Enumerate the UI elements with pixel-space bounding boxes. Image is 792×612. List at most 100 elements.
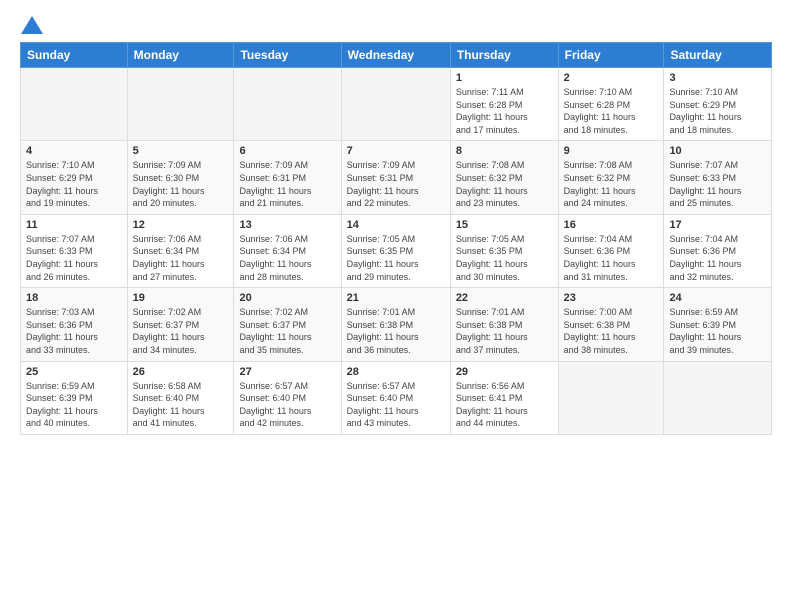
calendar-cell [234, 68, 341, 141]
day-info: Sunrise: 7:05 AMSunset: 6:35 PMDaylight:… [456, 233, 553, 283]
calendar-cell: 12 Sunrise: 7:06 AMSunset: 6:34 PMDayligh… [127, 214, 234, 287]
day-info: Sunrise: 7:03 AMSunset: 6:36 PMDaylight:… [26, 306, 122, 356]
calendar-header-friday: Friday [558, 43, 664, 68]
day-info: Sunrise: 6:58 AMSunset: 6:40 PMDaylight:… [133, 380, 229, 430]
calendar-cell [127, 68, 234, 141]
calendar-week-row-5: 25Sunrise: 6:59 AMSunset: 6:39 PMDayligh… [21, 361, 772, 434]
day-info: Sunrise: 7:09 AMSunset: 6:31 PMDaylight:… [239, 159, 335, 209]
day-info: Sunrise: 7:10 AMSunset: 6:29 PMDaylight:… [669, 86, 766, 136]
calendar-cell: 18 Sunrise: 7:03 AMSunset: 6:36 PMDayligh… [21, 288, 128, 361]
logo-text [20, 16, 44, 34]
day-info: Sunrise: 7:09 AMSunset: 6:30 PMDaylight:… [133, 159, 229, 209]
day-number: 26 [133, 366, 229, 378]
day-number: 28 [347, 366, 445, 378]
calendar-header-tuesday: Tuesday [234, 43, 341, 68]
calendar-cell: 26 Sunrise: 6:58 AMSunset: 6:40 PMDayligh… [127, 361, 234, 434]
day-number: 10 [669, 145, 766, 157]
day-number: 15 [456, 219, 553, 231]
day-info: Sunrise: 7:10 AMSunset: 6:29 PMDaylight:… [26, 159, 122, 209]
day-number: 12 [133, 219, 229, 231]
day-number: 7 [347, 145, 445, 157]
calendar-week-row-1: 1Sunrise: 7:11 AMSunset: 6:28 PMDaylight… [21, 68, 772, 141]
header [20, 16, 772, 30]
calendar-cell: 10 Sunrise: 7:07 AMSunset: 6:33 PMDayligh… [664, 141, 772, 214]
day-info: Sunrise: 7:10 AMSunset: 6:28 PMDaylight:… [564, 86, 659, 136]
calendar-cell: 2 Sunrise: 7:10 AMSunset: 6:28 PMDaylight… [558, 68, 664, 141]
calendar-cell: 13 Sunrise: 7:06 AMSunset: 6:34 PMDayligh… [234, 214, 341, 287]
day-info: Sunrise: 7:09 AMSunset: 6:31 PMDaylight:… [347, 159, 445, 209]
calendar-cell: 27Sunrise: 6:57 AMSunset: 6:40 PMDayligh… [234, 361, 341, 434]
day-info: Sunrise: 6:59 AMSunset: 6:39 PMDaylight:… [669, 306, 766, 356]
calendar-cell: 3 Sunrise: 7:10 AMSunset: 6:29 PMDaylight… [664, 68, 772, 141]
calendar-cell: 22 Sunrise: 7:01 AMSunset: 6:38 PMDayligh… [450, 288, 558, 361]
day-info: Sunrise: 7:05 AMSunset: 6:35 PMDaylight:… [347, 233, 445, 283]
day-info: Sunrise: 7:08 AMSunset: 6:32 PMDaylight:… [456, 159, 553, 209]
day-info: Sunrise: 7:07 AMSunset: 6:33 PMDaylight:… [26, 233, 122, 283]
day-info: Sunrise: 6:56 AMSunset: 6:41 PMDaylight:… [456, 380, 553, 430]
calendar-week-row-3: 11 Sunrise: 7:07 AMSunset: 6:33 PMDayligh… [21, 214, 772, 287]
day-number: 20 [239, 292, 335, 304]
calendar-cell: 15 Sunrise: 7:05 AMSunset: 6:35 PMDayligh… [450, 214, 558, 287]
day-number: 14 [347, 219, 445, 231]
day-info: Sunrise: 7:06 AMSunset: 6:34 PMDaylight:… [133, 233, 229, 283]
day-number: 5 [133, 145, 229, 157]
day-number: 19 [133, 292, 229, 304]
calendar-cell: 20 Sunrise: 7:02 AMSunset: 6:37 PMDayligh… [234, 288, 341, 361]
logo-triangle-icon [21, 16, 43, 34]
calendar-header-row: SundayMondayTuesdayWednesdayThursdayFrid… [21, 43, 772, 68]
calendar-header-thursday: Thursday [450, 43, 558, 68]
calendar-cell: 7 Sunrise: 7:09 AMSunset: 6:31 PMDaylight… [341, 141, 450, 214]
calendar-header-monday: Monday [127, 43, 234, 68]
day-number: 13 [239, 219, 335, 231]
day-number: 24 [669, 292, 766, 304]
calendar-cell [21, 68, 128, 141]
logo [20, 16, 44, 30]
day-number: 4 [26, 145, 122, 157]
calendar-cell: 16Sunrise: 7:04 AMSunset: 6:36 PMDayligh… [558, 214, 664, 287]
calendar-cell: 21 Sunrise: 7:01 AMSunset: 6:38 PMDayligh… [341, 288, 450, 361]
day-info: Sunrise: 7:04 AMSunset: 6:36 PMDaylight:… [564, 233, 659, 283]
calendar-cell: 6 Sunrise: 7:09 AMSunset: 6:31 PMDaylight… [234, 141, 341, 214]
calendar-cell: 17 Sunrise: 7:04 AMSunset: 6:36 PMDayligh… [664, 214, 772, 287]
calendar-cell: 28Sunrise: 6:57 AMSunset: 6:40 PMDayligh… [341, 361, 450, 434]
calendar-header-saturday: Saturday [664, 43, 772, 68]
day-number: 2 [564, 72, 659, 84]
calendar-cell: 11 Sunrise: 7:07 AMSunset: 6:33 PMDayligh… [21, 214, 128, 287]
day-info: Sunrise: 7:01 AMSunset: 6:38 PMDaylight:… [456, 306, 553, 356]
calendar-week-row-2: 4 Sunrise: 7:10 AMSunset: 6:29 PMDaylight… [21, 141, 772, 214]
calendar-table: SundayMondayTuesdayWednesdayThursdayFrid… [20, 42, 772, 435]
day-number: 22 [456, 292, 553, 304]
day-number: 25 [26, 366, 122, 378]
day-number: 27 [239, 366, 335, 378]
day-number: 1 [456, 72, 553, 84]
day-info: Sunrise: 7:04 AMSunset: 6:36 PMDaylight:… [669, 233, 766, 283]
day-info: Sunrise: 7:06 AMSunset: 6:34 PMDaylight:… [239, 233, 335, 283]
calendar-week-row-4: 18 Sunrise: 7:03 AMSunset: 6:36 PMDayligh… [21, 288, 772, 361]
calendar-cell: 25Sunrise: 6:59 AMSunset: 6:39 PMDayligh… [21, 361, 128, 434]
day-info: Sunrise: 7:08 AMSunset: 6:32 PMDaylight:… [564, 159, 659, 209]
day-number: 21 [347, 292, 445, 304]
day-number: 29 [456, 366, 553, 378]
calendar-cell: 5 Sunrise: 7:09 AMSunset: 6:30 PMDaylight… [127, 141, 234, 214]
day-info: Sunrise: 7:07 AMSunset: 6:33 PMDaylight:… [669, 159, 766, 209]
day-number: 11 [26, 219, 122, 231]
day-number: 17 [669, 219, 766, 231]
day-number: 6 [239, 145, 335, 157]
calendar-header-sunday: Sunday [21, 43, 128, 68]
day-info: Sunrise: 7:02 AMSunset: 6:37 PMDaylight:… [239, 306, 335, 356]
day-info: Sunrise: 7:01 AMSunset: 6:38 PMDaylight:… [347, 306, 445, 356]
calendar-cell: 29 Sunrise: 6:56 AMSunset: 6:41 PMDayligh… [450, 361, 558, 434]
calendar-cell: 14 Sunrise: 7:05 AMSunset: 6:35 PMDayligh… [341, 214, 450, 287]
page: SundayMondayTuesdayWednesdayThursdayFrid… [0, 0, 792, 612]
calendar-cell [558, 361, 664, 434]
calendar-cell: 4 Sunrise: 7:10 AMSunset: 6:29 PMDaylight… [21, 141, 128, 214]
calendar-cell: 8Sunrise: 7:08 AMSunset: 6:32 PMDaylight… [450, 141, 558, 214]
calendar-header-wednesday: Wednesday [341, 43, 450, 68]
day-number: 9 [564, 145, 659, 157]
calendar-cell: 23Sunrise: 7:00 AMSunset: 6:38 PMDayligh… [558, 288, 664, 361]
calendar-cell [664, 361, 772, 434]
calendar-cell: 19Sunrise: 7:02 AMSunset: 6:37 PMDayligh… [127, 288, 234, 361]
day-number: 18 [26, 292, 122, 304]
calendar-cell: 1Sunrise: 7:11 AMSunset: 6:28 PMDaylight… [450, 68, 558, 141]
day-number: 3 [669, 72, 766, 84]
